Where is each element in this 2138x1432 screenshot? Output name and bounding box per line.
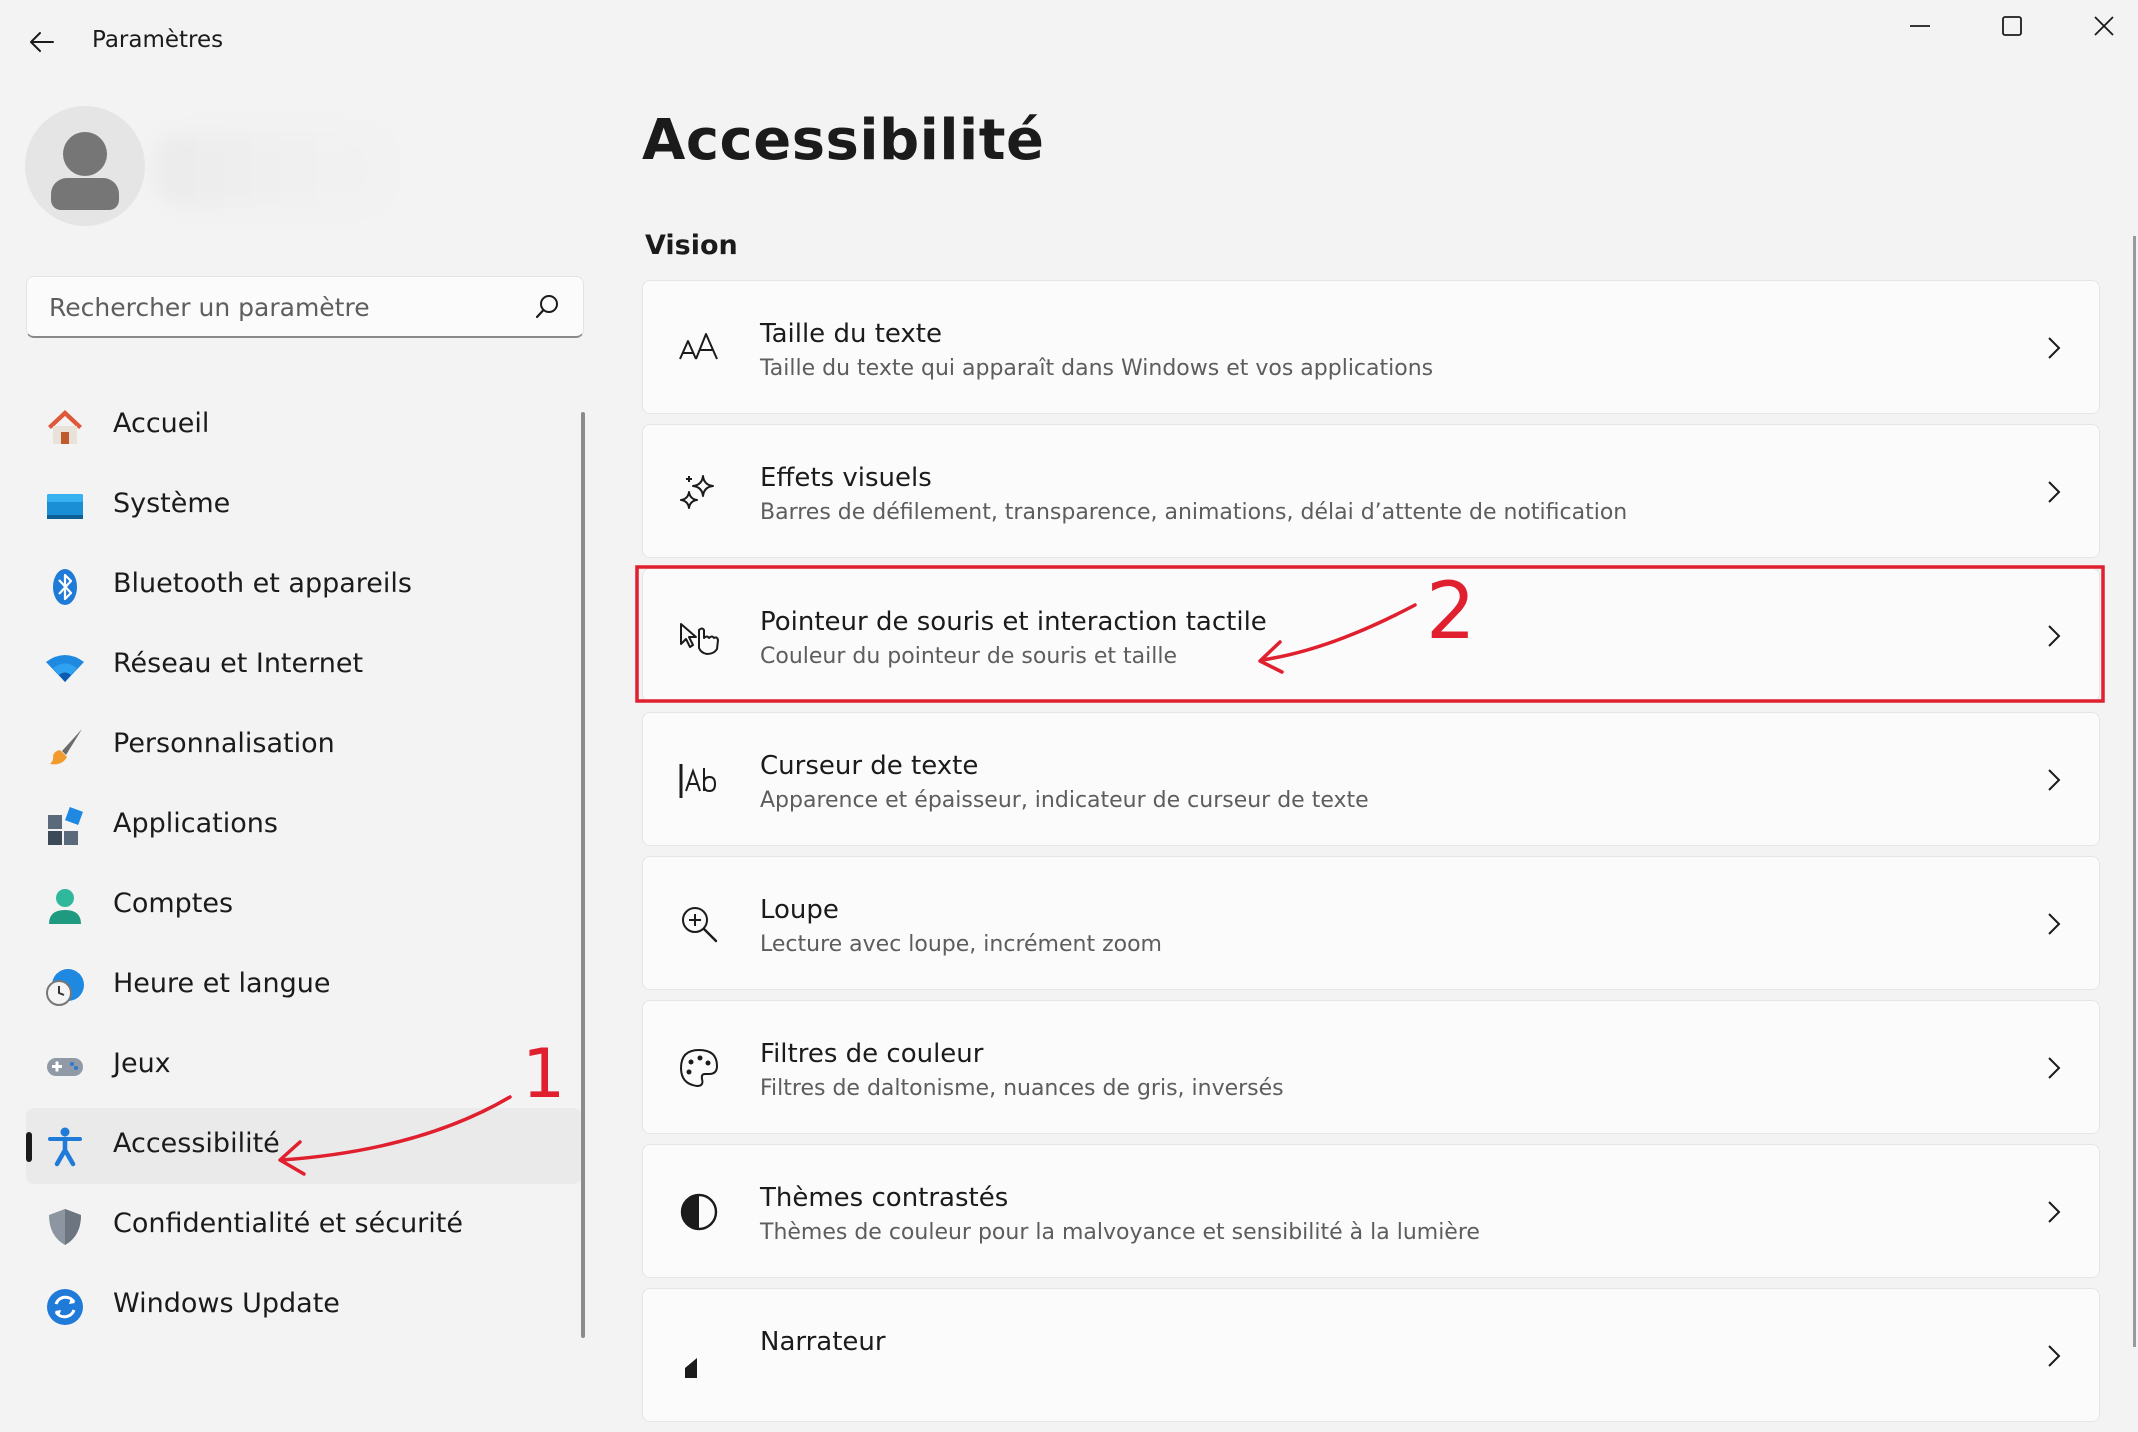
sidebar-item-applications[interactable]: Applications — [26, 788, 582, 864]
sidebar-item-label: Applications — [113, 808, 278, 839]
card-title: Pointeur de souris et interaction tactil… — [760, 607, 1267, 637]
search-icon[interactable] — [535, 293, 561, 319]
sidebar-item-label: Jeux — [113, 1048, 171, 1079]
chevron-right-icon — [2048, 481, 2061, 503]
contrast-icon — [680, 1193, 718, 1231]
wifi-icon — [46, 655, 84, 682]
pointer-touch-icon — [680, 623, 719, 655]
sidebar-item-label: Système — [113, 488, 231, 519]
sidebar-item-systeme[interactable]: Système — [26, 468, 582, 544]
sidebar-item-confidentialite[interactable]: Confidentialité et sécurité — [26, 1188, 582, 1264]
sidebar-item-label: Personnalisation — [113, 728, 335, 759]
selection-indicator — [26, 1132, 32, 1162]
gamepad-icon — [47, 1058, 83, 1076]
chevron-right-icon — [2048, 1345, 2061, 1367]
magnifier-icon — [682, 907, 718, 943]
sidebar-scrollbar[interactable] — [581, 412, 585, 1338]
sidebar-item-label: Bluetooth et appareils — [113, 568, 412, 599]
clock-globe-icon — [46, 969, 84, 1006]
sidebar-nav: Accueil Système Bluetooth et appareils R… — [26, 388, 582, 1348]
chevron-right-icon — [2048, 1201, 2061, 1223]
maximize-button[interactable] — [1966, 0, 2058, 52]
chevron-right-icon — [2048, 625, 2061, 647]
back-button[interactable] — [20, 20, 64, 64]
shield-icon — [49, 1209, 81, 1245]
avatar-body — [51, 178, 119, 210]
sparkle-icon — [680, 475, 714, 509]
section-title-vision: Vision — [645, 230, 738, 261]
sidebar-item-reseau[interactable]: Réseau et Internet — [26, 628, 582, 704]
user-avatar[interactable] — [25, 106, 145, 226]
text-size-icon — [679, 333, 718, 360]
sidebar-item-jeux[interactable]: Jeux — [26, 1028, 582, 1104]
back-arrow-icon — [30, 32, 54, 52]
text-cursor-icon — [679, 764, 717, 798]
card-subtitle: Filtres de daltonisme, nuances de gris, … — [760, 1076, 1284, 1101]
minimize-icon — [1910, 25, 1930, 27]
card-subtitle: Thèmes de couleur pour la malvoyance et … — [760, 1220, 1480, 1245]
card-taille-du-texte[interactable]: Taille du texte Taille du texte qui appa… — [642, 280, 2100, 414]
card-title: Loupe — [760, 895, 839, 925]
search-input[interactable] — [47, 277, 521, 337]
accessibility-icon — [48, 1127, 82, 1167]
card-effets-visuels[interactable]: Effets visuels Barres de défilement, tra… — [642, 424, 2100, 558]
card-title: Taille du texte — [760, 319, 942, 349]
sidebar-item-personnalisation[interactable]: Personnalisation — [26, 708, 582, 784]
redacted-user-name — [154, 132, 386, 206]
sidebar-item-label: Heure et langue — [113, 968, 331, 999]
main-scrollbar[interactable] — [2133, 236, 2136, 1347]
sidebar-item-accessibilite[interactable]: Accessibilité — [26, 1108, 582, 1184]
sidebar-item-windows-update[interactable]: Windows Update — [26, 1268, 582, 1344]
chevron-right-icon — [2048, 769, 2061, 791]
close-button[interactable] — [2058, 0, 2138, 52]
sidebar-item-label: Confidentialité et sécurité — [113, 1208, 463, 1239]
card-filtres-couleur[interactable]: Filtres de couleur Filtres de daltonisme… — [642, 1000, 2100, 1134]
search-box[interactable] — [26, 276, 584, 338]
maximize-icon — [2002, 16, 2022, 36]
card-loupe[interactable]: Loupe Lecture avec loupe, incrément zoom — [642, 856, 2100, 990]
app-title: Paramètres — [92, 27, 224, 53]
narrator-icon — [685, 1358, 697, 1378]
card-title: Thèmes contrastés — [760, 1183, 1009, 1213]
card-subtitle: Couleur du pointeur de souris et taille — [760, 644, 1178, 669]
sidebar-item-comptes[interactable]: Comptes — [26, 868, 582, 944]
minimize-button[interactable] — [1874, 0, 1966, 52]
close-icon — [2094, 16, 2114, 36]
card-title: Curseur de texte — [760, 751, 979, 781]
sidebar-item-heure-langue[interactable]: Heure et langue — [26, 948, 582, 1024]
card-pointeur-souris[interactable]: Pointeur de souris et interaction tactil… — [642, 568, 2100, 702]
sidebar-item-label: Accessibilité — [113, 1128, 280, 1159]
card-title: Effets visuels — [760, 463, 932, 493]
card-subtitle: Lecture avec loupe, incrément zoom — [760, 932, 1162, 957]
sidebar-item-label: Windows Update — [113, 1288, 340, 1319]
card-subtitle: Apparence et épaisseur, indicateur de cu… — [760, 788, 1369, 813]
home-icon — [48, 410, 82, 444]
chevron-right-icon — [2048, 337, 2061, 359]
sidebar-item-label: Comptes — [113, 888, 234, 919]
chevron-right-icon — [2048, 913, 2061, 935]
account-icon — [49, 889, 81, 924]
sidebar-item-accueil[interactable]: Accueil — [26, 388, 582, 464]
card-subtitle: Barres de défilement, transparence, anim… — [760, 500, 1628, 525]
card-title: Narrateur — [760, 1327, 886, 1357]
avatar-head — [63, 132, 107, 176]
sidebar-item-bluetooth[interactable]: Bluetooth et appareils — [26, 548, 582, 624]
sidebar-item-label: Accueil — [113, 408, 210, 439]
card-themes-contrastes[interactable]: Thèmes contrastés Thèmes de couleur pour… — [642, 1144, 2100, 1278]
chevron-right-icon — [2048, 1057, 2061, 1079]
system-icon — [47, 494, 83, 519]
sidebar-item-label: Réseau et Internet — [113, 648, 364, 679]
card-subtitle: Taille du texte qui apparaît dans Window… — [760, 356, 1434, 381]
apps-icon — [48, 807, 83, 845]
brush-icon — [50, 729, 82, 765]
card-title: Filtres de couleur — [760, 1039, 984, 1069]
update-icon — [47, 1289, 83, 1325]
title-bar: Paramètres — [0, 0, 2138, 86]
palette-icon — [680, 1049, 718, 1087]
card-narrateur[interactable]: Narrateur — [642, 1288, 2100, 1422]
bluetooth-icon — [53, 569, 77, 605]
card-curseur-texte[interactable]: Curseur de texte Apparence et épaisseur,… — [642, 712, 2100, 846]
settings-card-list: Taille du texte Taille du texte qui appa… — [642, 280, 2100, 1432]
page-title: Accessibilité — [642, 108, 1045, 173]
